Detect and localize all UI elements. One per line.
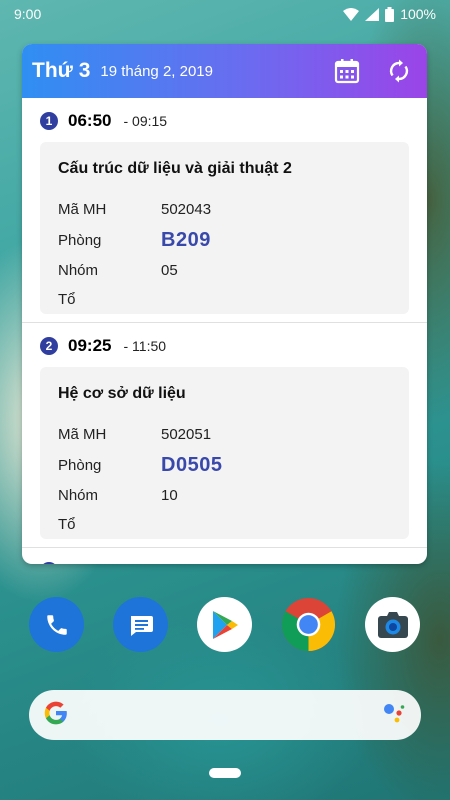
course-name: Cấu trúc dữ liệu và giải thuật 2 (58, 160, 292, 177)
refresh-icon (389, 59, 409, 83)
play-store-icon (212, 610, 238, 639)
course-card[interactable]: Cấu trúc dữ liệu và giải thuật 2 Mã MH 5… (40, 142, 409, 314)
google-search-bar[interactable] (29, 690, 421, 740)
chrome-app-button[interactable] (281, 597, 336, 652)
room-value: B209 (161, 228, 211, 251)
phone-app-button[interactable] (29, 597, 84, 652)
session-item[interactable]: 1 06:50 - 09:15 Cấu trúc dữ liệu và giải… (22, 98, 427, 323)
team-label: Tổ (58, 291, 76, 308)
widget-header: Thứ 3 19 tháng 2, 2019 (22, 44, 427, 98)
course-code-label: Mã MH (58, 201, 107, 218)
wifi-icon (343, 7, 360, 21)
app-dock (0, 597, 450, 652)
day-label: Thứ 3 (32, 59, 91, 82)
calendar-button[interactable] (329, 53, 365, 89)
cell-signal-icon (365, 7, 380, 21)
refresh-button[interactable] (381, 53, 417, 89)
google-assistant-icon[interactable] (381, 700, 407, 731)
start-time: 06:50 (68, 111, 112, 130)
messages-app-button[interactable] (113, 597, 168, 652)
group-label: Nhóm (58, 487, 99, 504)
schedule-widget[interactable]: Thứ 3 19 tháng 2, 2019 1 06:50 - 09:15 C… (22, 44, 427, 564)
course-code: 502051 (161, 426, 212, 443)
group-value: 10 (161, 487, 178, 504)
course-card[interactable]: Hệ cơ sở dữ liệu Mã MH 502051 Phòng D050… (40, 367, 409, 539)
end-time: - 11:50 (123, 338, 167, 354)
room-label: Phòng (58, 231, 102, 249)
group-value: 05 (161, 262, 178, 279)
course-code: 502043 (161, 201, 212, 218)
group-label: Nhóm (58, 262, 99, 279)
session-item[interactable]: 2 09:25 - 11:50 Hệ cơ sở dữ liệu Mã MH 5… (22, 323, 427, 548)
team-label: Tổ (58, 516, 76, 533)
date-label: 19 tháng 2, 2019 (100, 62, 213, 80)
session-number-badge: 2 (40, 337, 58, 355)
room-label: Phòng (58, 456, 102, 474)
end-time: - 09:15 (123, 113, 168, 129)
session-number-badge-peek (40, 562, 58, 564)
battery-percent: 100% (400, 6, 436, 22)
chrome-icon (281, 597, 336, 652)
room-value: D0505 (161, 453, 223, 476)
phone-icon (46, 614, 67, 635)
messages-icon (130, 615, 153, 636)
calendar-icon (334, 59, 360, 84)
play-store-app-button[interactable] (197, 597, 252, 652)
session-number-badge: 1 (40, 112, 58, 130)
course-code-label: Mã MH (58, 426, 107, 443)
course-name: Hệ cơ sở dữ liệu (58, 385, 186, 402)
session-item-peek[interactable] (22, 548, 427, 564)
battery-icon (385, 6, 395, 22)
status-bar: 9:00 100% (0, 0, 450, 28)
camera-icon (377, 611, 408, 638)
home-gesture-pill[interactable] (209, 768, 241, 778)
google-logo-icon (43, 700, 69, 731)
start-time: 09:25 (68, 336, 112, 355)
status-time: 9:00 (14, 6, 42, 22)
camera-app-button[interactable] (365, 597, 420, 652)
